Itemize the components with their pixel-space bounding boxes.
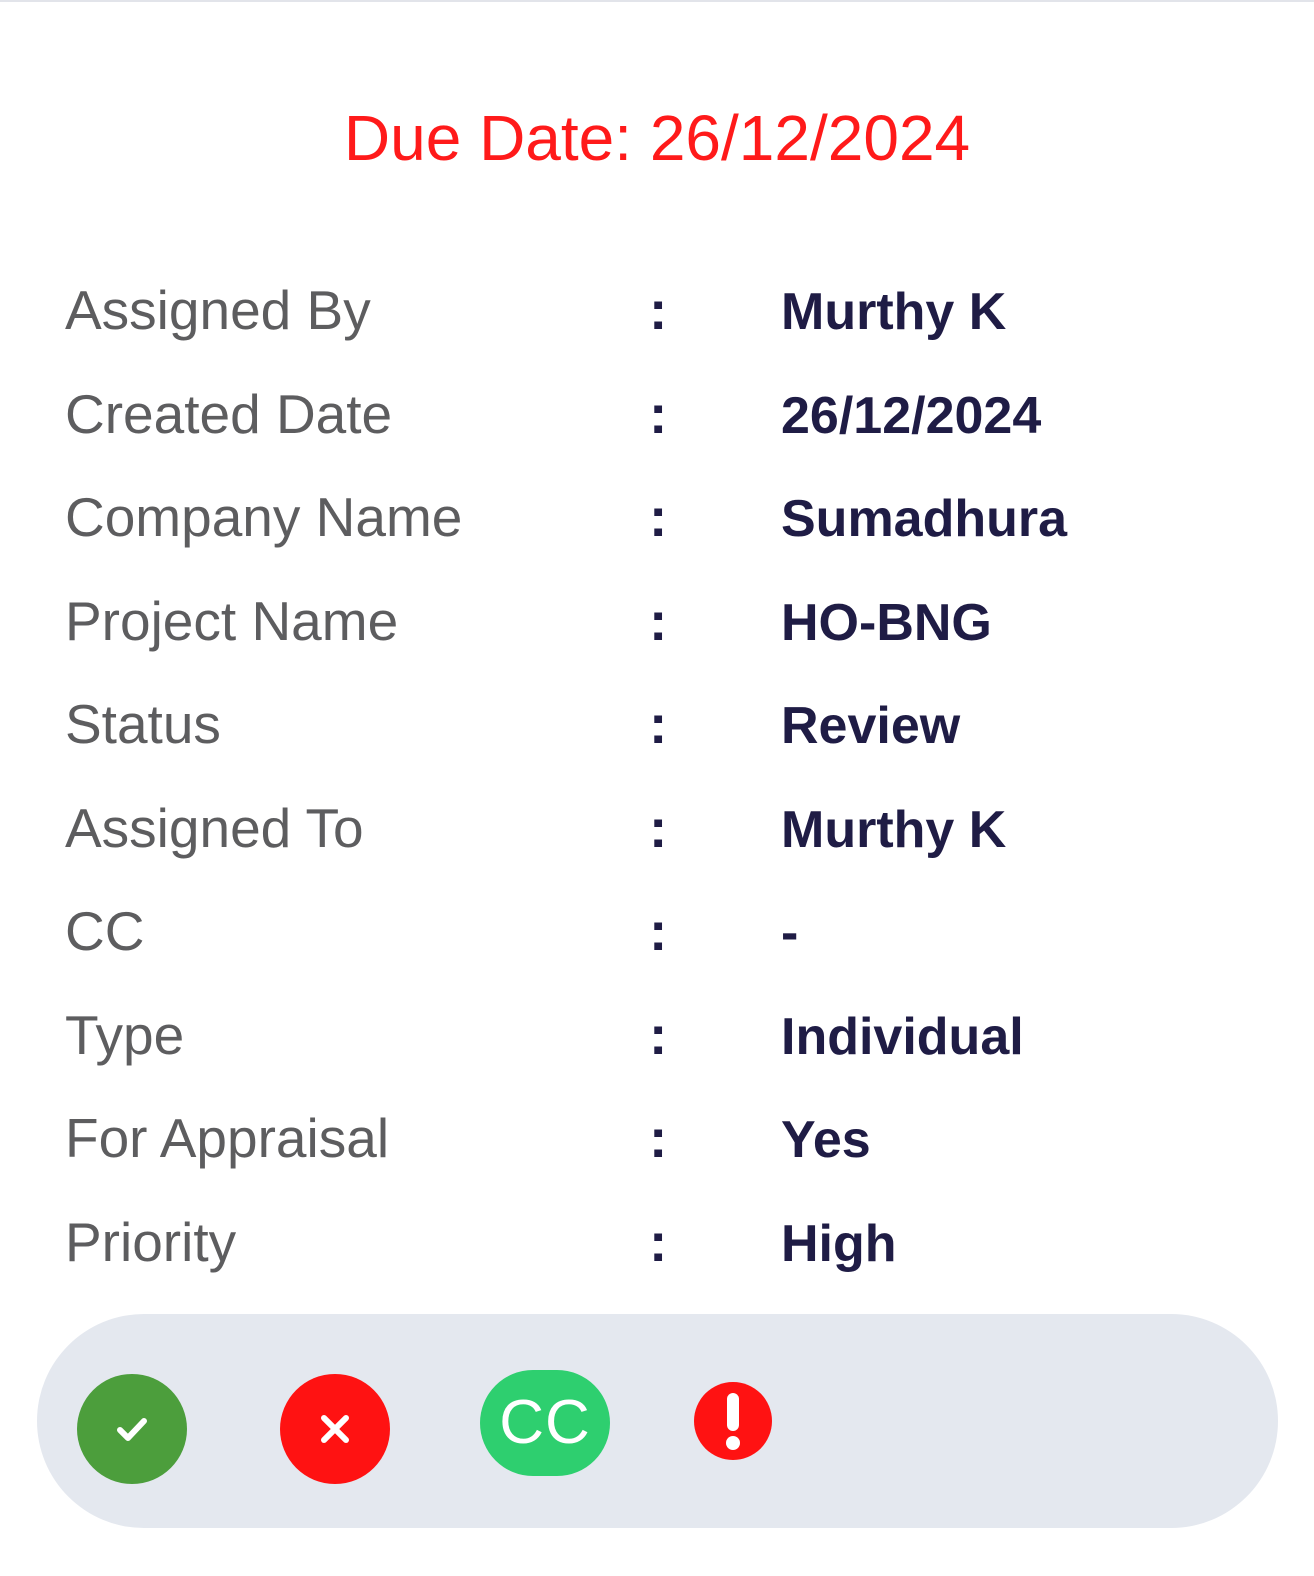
status-value: Review bbox=[781, 697, 961, 755]
approve-button[interactable] bbox=[77, 1374, 187, 1484]
detail-value: 26/12/2024 bbox=[781, 386, 1042, 445]
task-details: Assigned By : Murthy K Created Date : 26… bbox=[65, 263, 1265, 1298]
detail-separator: : bbox=[649, 796, 668, 859]
priority-value: High bbox=[781, 1214, 897, 1273]
detail-value: Murthy K bbox=[781, 800, 1007, 859]
due-date: Due Date: 26/12/2024 bbox=[343, 102, 971, 174]
detail-row-status: Status : Review bbox=[65, 677, 1265, 781]
reject-button[interactable] bbox=[280, 1374, 390, 1484]
detail-value: Individual bbox=[781, 1007, 1024, 1066]
detail-value: HO-BNG bbox=[781, 593, 992, 652]
detail-separator: : bbox=[649, 1003, 668, 1066]
detail-separator: : bbox=[649, 1210, 668, 1273]
detail-separator: : bbox=[649, 589, 668, 652]
close-icon bbox=[321, 1415, 349, 1443]
detail-label: Status bbox=[65, 693, 221, 755]
detail-row-assigned-by: Assigned By : Murthy K bbox=[65, 263, 1265, 367]
detail-label: CC bbox=[65, 900, 145, 962]
detail-row-created-date: Created Date : 26/12/2024 bbox=[65, 367, 1265, 471]
top-divider bbox=[0, 0, 1314, 2]
detail-label: For Appraisal bbox=[65, 1107, 390, 1169]
detail-separator: : bbox=[649, 382, 668, 445]
detail-row-company-name: Company Name : Sumadhura bbox=[65, 470, 1265, 574]
detail-label: Assigned To bbox=[65, 796, 364, 859]
exclamation-icon bbox=[726, 1393, 740, 1450]
detail-label: Project Name bbox=[65, 589, 399, 652]
detail-label: Priority bbox=[65, 1210, 237, 1273]
action-bar: CC bbox=[37, 1314, 1278, 1528]
detail-label: Company Name bbox=[65, 486, 463, 548]
detail-row-type: Type : Individual bbox=[65, 988, 1265, 1092]
detail-separator: : bbox=[649, 279, 668, 341]
cc-button-label: CC bbox=[499, 1388, 591, 1457]
detail-row-priority: Priority : High bbox=[65, 1195, 1265, 1299]
detail-value: Yes bbox=[781, 1111, 871, 1169]
detail-row-assigned-to: Assigned To : Murthy K bbox=[65, 781, 1265, 885]
detail-label: Type bbox=[65, 1003, 185, 1066]
check-icon bbox=[117, 1418, 147, 1441]
detail-separator: : bbox=[649, 693, 668, 755]
detail-row-cc: CC : - bbox=[65, 884, 1265, 988]
detail-row-for-appraisal: For Appraisal : Yes bbox=[65, 1091, 1265, 1195]
cc-button[interactable]: CC bbox=[480, 1370, 610, 1476]
detail-value: - bbox=[781, 904, 799, 962]
detail-separator: : bbox=[649, 1107, 668, 1169]
detail-separator: : bbox=[649, 486, 668, 548]
detail-separator: : bbox=[649, 900, 668, 962]
detail-value: Murthy K bbox=[781, 283, 1007, 341]
detail-row-project-name: Project Name : HO-BNG bbox=[65, 574, 1265, 678]
alert-button[interactable] bbox=[694, 1382, 772, 1460]
detail-value: Sumadhura bbox=[781, 490, 1068, 548]
detail-label: Assigned By bbox=[65, 279, 371, 341]
detail-label: Created Date bbox=[65, 382, 393, 445]
